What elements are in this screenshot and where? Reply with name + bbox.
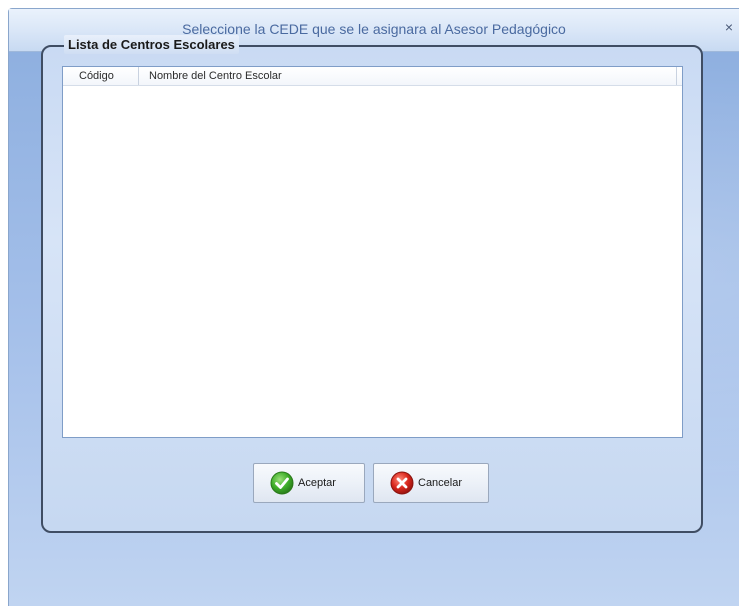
groupbox-legend: Lista de Centros Escolares xyxy=(64,35,239,54)
cancelar-button[interactable]: Cancelar xyxy=(373,463,489,503)
close-icon[interactable]: × xyxy=(721,19,737,37)
aceptar-label: Aceptar xyxy=(298,477,336,489)
aceptar-button[interactable]: Aceptar xyxy=(253,463,365,503)
green-check-icon xyxy=(270,471,294,495)
list-header: Código Nombre del Centro Escolar xyxy=(63,67,682,86)
column-header-nombre[interactable]: Nombre del Centro Escolar xyxy=(139,67,677,85)
cancelar-label: Cancelar xyxy=(418,477,463,489)
list-body[interactable] xyxy=(63,86,682,437)
red-x-icon xyxy=(390,471,414,495)
column-header-codigo[interactable]: Código xyxy=(63,67,139,85)
centros-list[interactable]: Código Nombre del Centro Escolar xyxy=(62,66,683,438)
